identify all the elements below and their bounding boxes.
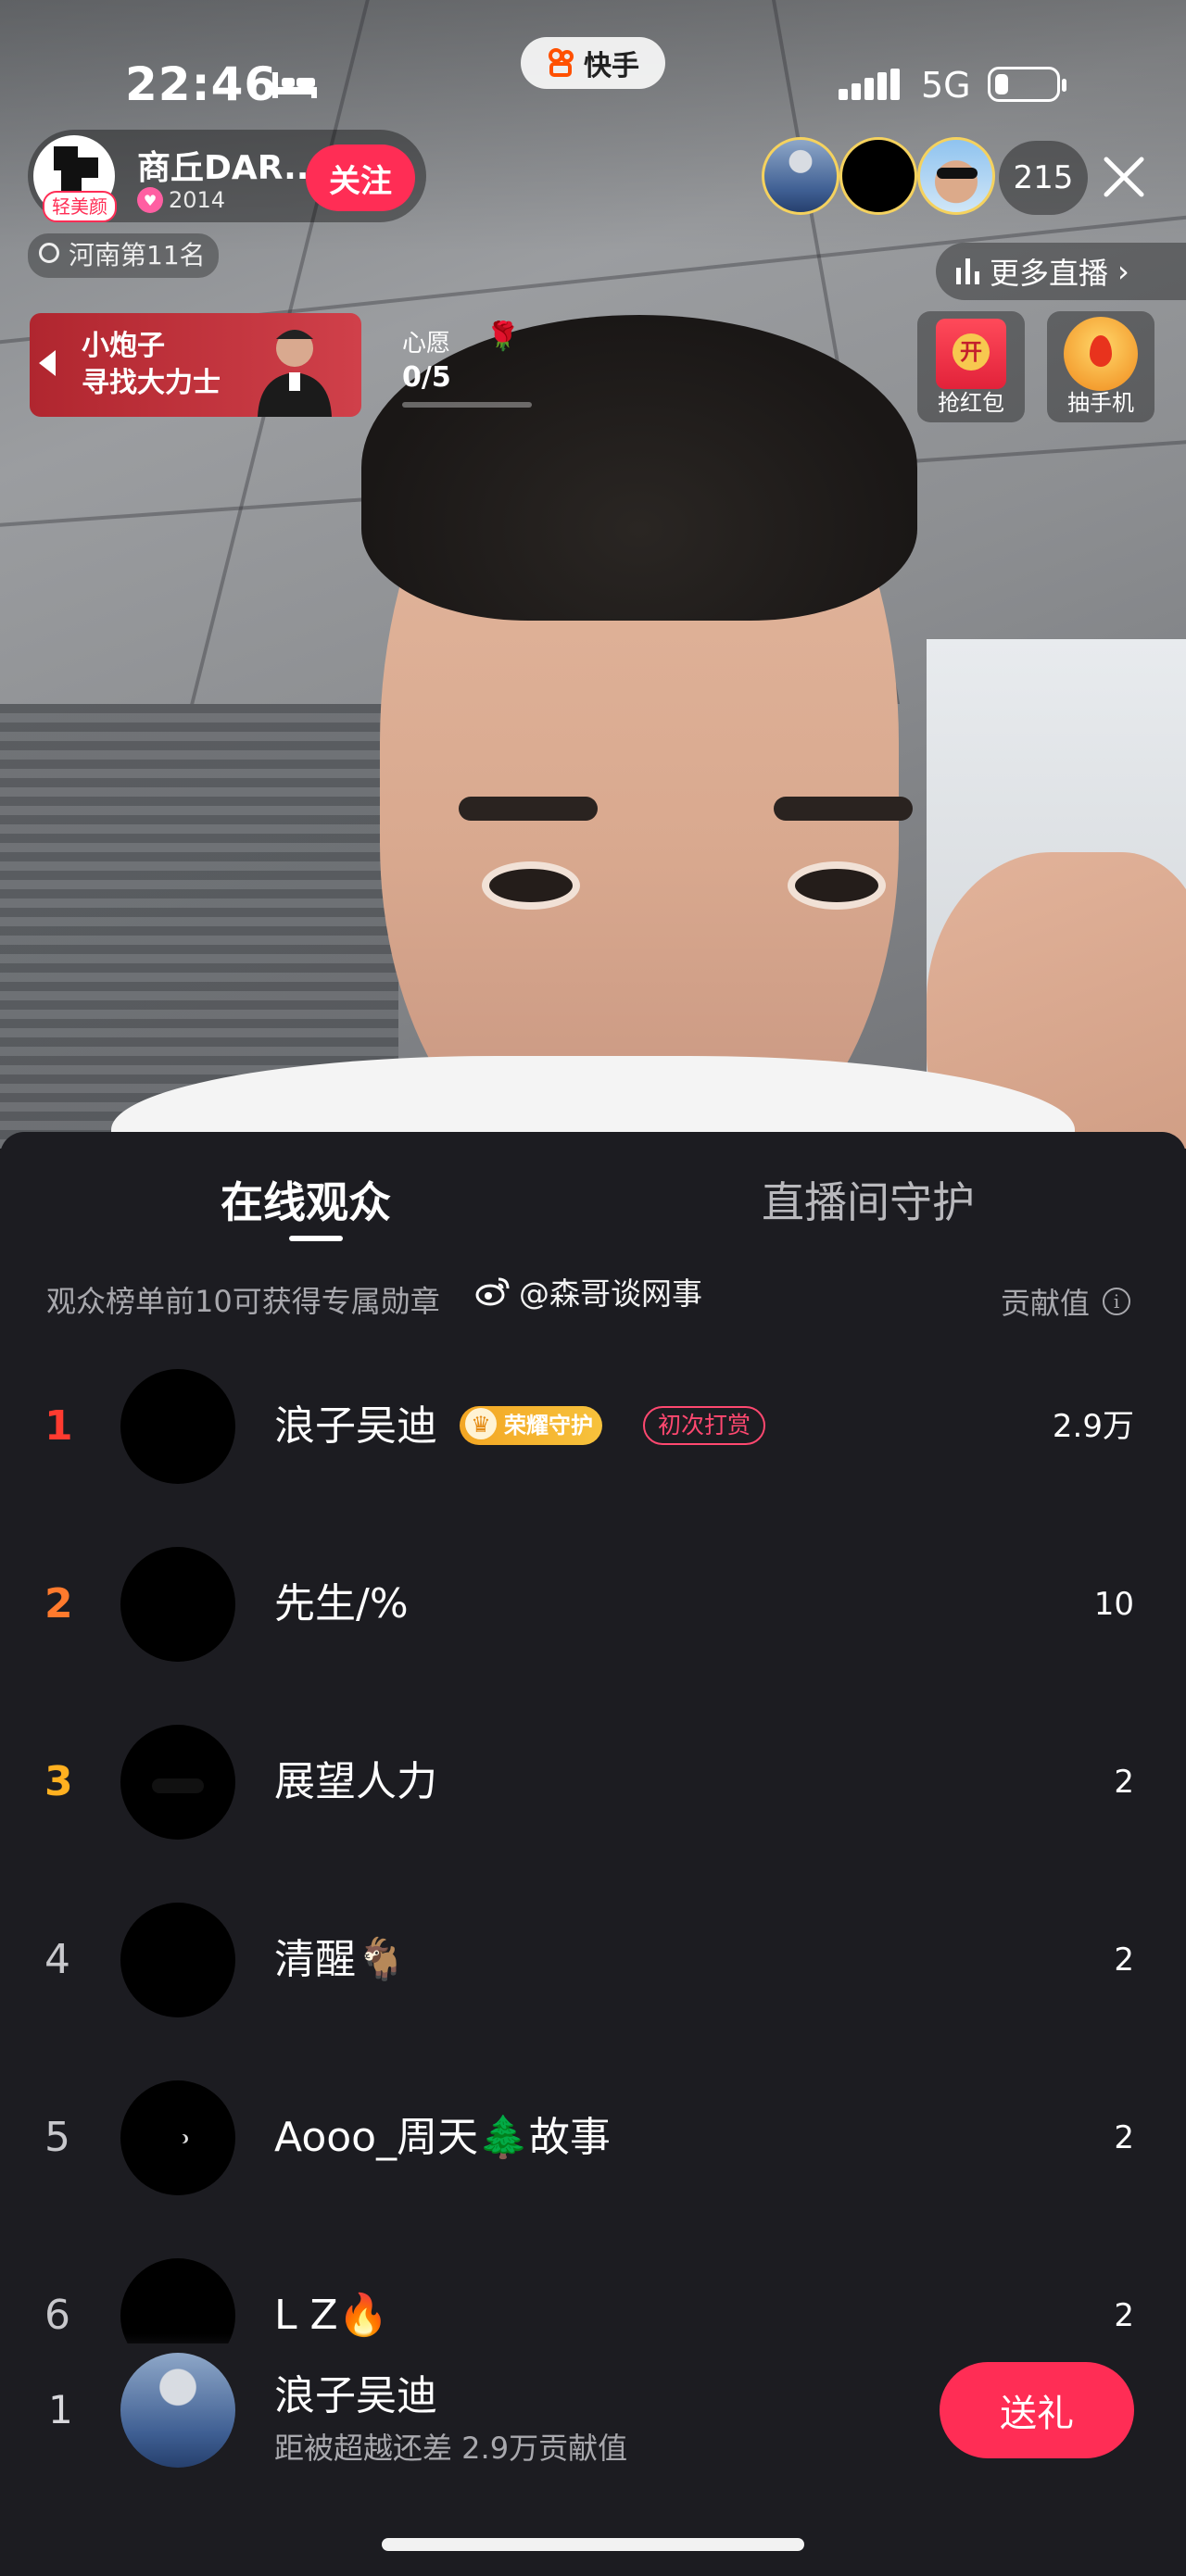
kuaishou-badge: 快手 bbox=[521, 37, 665, 89]
top-viewer-avatar[interactable] bbox=[839, 137, 917, 215]
bar-chart-icon bbox=[956, 258, 979, 284]
lottery-icon bbox=[1064, 317, 1138, 391]
follow-button[interactable]: 关注 bbox=[306, 145, 415, 211]
first-tip-badge: 初次打赏 bbox=[643, 1406, 766, 1445]
user-avatar[interactable] bbox=[120, 1369, 235, 1484]
anchor-name: 商丘DAR... bbox=[137, 149, 322, 187]
contribution-score: 2 bbox=[1114, 1941, 1134, 1979]
ranking-row[interactable]: 3 展望人力 2 bbox=[0, 1725, 1186, 1901]
info-icon[interactable]: i bbox=[1103, 1288, 1131, 1315]
viewer-count[interactable]: 215 bbox=[999, 141, 1088, 215]
user-name: 清醒🐐 bbox=[274, 1936, 407, 1983]
location-icon bbox=[39, 243, 59, 263]
kuaishou-logo-icon bbox=[549, 48, 574, 77]
promo-line2: 寻找大力士 bbox=[82, 367, 221, 399]
likes-count: 2014 bbox=[169, 187, 226, 213]
top-viewer-avatar[interactable] bbox=[762, 137, 839, 215]
contribution-score: 10 bbox=[1093, 1586, 1134, 1623]
contribution-score: 2 bbox=[1114, 2119, 1134, 2156]
sleep-mode-icon bbox=[272, 72, 317, 98]
wish-count: 0/5 bbox=[402, 361, 451, 394]
signal-icon bbox=[839, 69, 900, 100]
anchor-likes: ♥ 2014 bbox=[137, 187, 225, 213]
rose-icon: 🌹 bbox=[486, 320, 521, 353]
user-avatar[interactable] bbox=[120, 2080, 235, 2195]
contribution-score: 2.9万 bbox=[1052, 1408, 1134, 1445]
contribution-header[interactable]: 贡献值 i bbox=[1001, 1280, 1131, 1323]
user-avatar[interactable] bbox=[120, 1903, 235, 2017]
chevron-right-icon: › bbox=[1117, 254, 1129, 289]
promo-line1: 小炮子 bbox=[82, 330, 165, 362]
user-name: 先生/% bbox=[274, 1580, 409, 1627]
weibo-icon bbox=[475, 1277, 510, 1306]
region-rank[interactable]: 河南第11名 bbox=[28, 233, 219, 278]
tab-online-audience[interactable]: 在线观众 bbox=[221, 1169, 391, 1230]
network-type: 5G bbox=[921, 65, 971, 106]
ranking-row[interactable]: 5 Aooo_周天🌲故事 2 bbox=[0, 2080, 1186, 2256]
my-gap-text: 距被超越还差 2.9万贡献值 bbox=[274, 2431, 628, 2466]
my-avatar[interactable] bbox=[120, 2353, 235, 2468]
ranking-row[interactable]: 2 先生/% 10 bbox=[0, 1547, 1186, 1723]
watermark-text: @森哥谈网事 bbox=[519, 1275, 702, 1312]
ranking-row[interactable]: 4 清醒🐐 2 bbox=[0, 1903, 1186, 2079]
my-name: 浪子吴迪 bbox=[274, 2372, 437, 2419]
region-rank-label: 河南第11名 bbox=[69, 240, 206, 270]
promo-banner[interactable]: 小炮子 寻找大力士 bbox=[30, 313, 361, 417]
wish-title: 心愿 bbox=[402, 330, 451, 358]
promo-text: 小炮子 寻找大力士 bbox=[82, 328, 221, 402]
rank-number: 1 bbox=[44, 1402, 73, 1450]
more-live-label: 更多直播 bbox=[990, 256, 1109, 291]
lottery-label: 抽手机 bbox=[1067, 390, 1134, 416]
rank-number: 4 bbox=[44, 1936, 70, 1983]
send-gift-button[interactable]: 送礼 bbox=[940, 2362, 1134, 2458]
red-packet-button[interactable]: 抢红包 bbox=[917, 311, 1025, 422]
rank-number: 2 bbox=[44, 1580, 73, 1627]
user-avatar[interactable] bbox=[120, 1547, 235, 1662]
beauty-tag: 轻美颜 bbox=[43, 191, 117, 222]
status-time: 22:46 bbox=[125, 57, 278, 111]
close-icon[interactable] bbox=[1103, 156, 1145, 198]
arrow-left-icon bbox=[39, 350, 56, 376]
ranking-hint: 观众榜单前10可获得专属勋章 bbox=[46, 1284, 440, 1319]
wish-progress bbox=[402, 402, 532, 408]
app-name: 快手 bbox=[584, 50, 639, 82]
user-name: 浪子吴迪 bbox=[274, 1402, 437, 1450]
home-indicator[interactable] bbox=[382, 2538, 804, 2551]
rank-number: 5 bbox=[44, 2114, 70, 2161]
battery-icon bbox=[988, 67, 1066, 102]
contribution-label: 贡献值 bbox=[1001, 1286, 1091, 1321]
heart-icon: ♥ bbox=[137, 187, 163, 213]
red-packet-icon bbox=[936, 319, 1006, 389]
more-live-button[interactable]: 更多直播 › bbox=[936, 243, 1186, 300]
lottery-button[interactable]: 抽手机 bbox=[1047, 311, 1154, 422]
wish-widget[interactable]: 心愿 🌹 0/5 bbox=[384, 313, 532, 417]
rank-number: 3 bbox=[44, 1758, 73, 1805]
my-rank-number: 1 bbox=[48, 2387, 73, 2432]
ranking-row[interactable]: 1 浪子吴迪 荣耀守护 初次打赏 2.9万 bbox=[0, 1369, 1186, 1545]
user-name: 展望人力 bbox=[274, 1758, 437, 1805]
promo-person-image bbox=[258, 330, 332, 417]
tab-underline bbox=[289, 1236, 343, 1241]
watermark: @森哥谈网事 bbox=[474, 1269, 702, 1313]
user-name: Aooo_周天🌲故事 bbox=[274, 2114, 611, 2161]
red-packet-label: 抢红包 bbox=[938, 390, 1004, 416]
user-avatar[interactable] bbox=[120, 1725, 235, 1840]
contribution-score: 2 bbox=[1114, 1764, 1134, 1801]
tab-room-guard[interactable]: 直播间守护 bbox=[762, 1169, 975, 1230]
honor-guard-badge: 荣耀守护 bbox=[460, 1406, 602, 1445]
top-viewer-avatar[interactable] bbox=[917, 137, 995, 215]
streamer bbox=[278, 315, 1019, 1149]
